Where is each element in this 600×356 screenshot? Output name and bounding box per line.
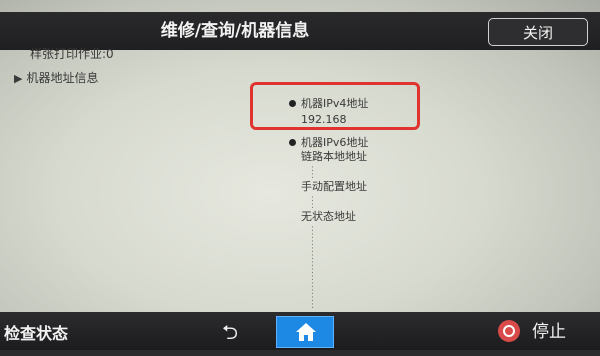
stateless-address-values: :::::::::::: xyxy=(311,224,315,311)
back-button[interactable]: ⮌ xyxy=(205,318,255,346)
link-local-value: :: xyxy=(311,164,315,181)
ipv4-label: 机器IPv4地址 xyxy=(289,96,368,111)
screen: 维修/查询/机器信息 关闭 样张打印作业:0 ▶ 机器地址信息 机器IPv4地址 … xyxy=(0,0,600,350)
expand-arrow-icon: ▶ xyxy=(14,72,23,85)
manual-address-label: 手动配置地址 xyxy=(301,180,367,193)
manual-address-value: :: xyxy=(311,194,315,211)
address-info-item[interactable]: ▶ 机器地址信息 xyxy=(14,69,98,86)
ipv4-value: 192.168 xyxy=(301,113,347,126)
content-area: 样张打印作业:0 ▶ 机器地址信息 机器IPv4地址 192.168 机器IPv6… xyxy=(0,47,600,312)
address-info-label: 机器地址信息 xyxy=(26,71,99,85)
bottom-bar: 检查状态 ⮌ 停止 xyxy=(0,312,600,350)
sample-print-jobs: 样张打印作业:0 xyxy=(30,47,114,61)
stateless-address-label: 无状态地址 xyxy=(301,210,356,223)
close-button[interactable]: 关闭 xyxy=(488,18,588,46)
link-local-address-label: 链路本地地址 xyxy=(301,150,367,163)
bullet-icon xyxy=(289,138,296,146)
stop-icon[interactable] xyxy=(498,320,520,342)
home-icon xyxy=(296,323,316,341)
ipv6-label: 机器IPv6地址 xyxy=(289,135,368,150)
back-arrow-icon: ⮌ xyxy=(221,320,239,344)
home-button[interactable] xyxy=(276,316,334,348)
check-status-button[interactable]: 检查状态 xyxy=(4,312,68,350)
bullet-icon xyxy=(289,99,296,107)
stop-button[interactable]: 停止 xyxy=(532,312,566,350)
